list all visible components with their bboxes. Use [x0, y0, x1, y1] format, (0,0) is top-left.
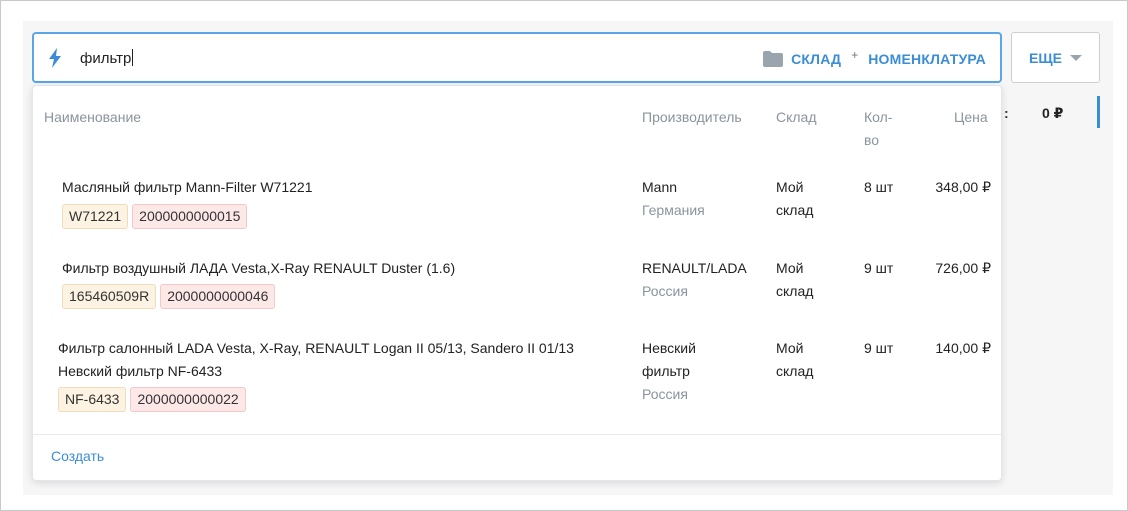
sku-tag: W71221 [62, 204, 129, 229]
price-cell: 140,00 ₽ [935, 340, 991, 356]
price-cell: 348,00 ₽ [935, 179, 991, 195]
total-label-colon: : [1004, 105, 1009, 121]
barcode-tag: 2000000000046 [160, 284, 276, 309]
price-cell: 726,00 ₽ [935, 260, 991, 276]
qty-cell: 9 шт [864, 340, 894, 356]
manufacturer-cell: Mann Германия [642, 179, 705, 218]
warehouse-cell: Мой склад [776, 260, 814, 299]
qty-cell: 9 шт [864, 260, 894, 276]
search-input[interactable]: фильтр [80, 49, 134, 67]
header-name: Наименование [44, 109, 142, 125]
search-scope[interactable]: СКЛАД + НОМЕНКЛАТУРА [763, 48, 986, 69]
more-button[interactable]: ЕЩЕ [1011, 32, 1100, 83]
search-results-dropdown: Наименование Производитель Склад Кол-во … [32, 85, 1002, 481]
folder-icon [763, 51, 784, 67]
header-warehouse: Склад [776, 109, 817, 125]
sku-tag: 165460509R [62, 284, 157, 309]
warehouse-cell: Мой склад [776, 179, 814, 218]
create-link[interactable]: Создать [51, 448, 104, 464]
header-manufacturer: Производитель [642, 109, 742, 125]
warehouse-cell: Мой склад [776, 340, 814, 379]
search-box[interactable]: фильтр СКЛАД + НОМЕНКЛАТУРА [32, 32, 1002, 83]
header-price: Цена [954, 109, 988, 125]
product-name: Фильтр салонный LADA Vesta, X-Ray, RENAU… [58, 340, 574, 379]
scope-plus: + [851, 48, 859, 62]
header-qty: Кол-во [864, 109, 893, 148]
footer-divider [33, 434, 1001, 435]
total-accent-bar [1097, 96, 1100, 128]
lightning-bolt-icon [49, 48, 61, 68]
product-name: Масляный фильтр Mann-Filter W71221 [62, 179, 313, 195]
barcode-tag: 2000000000015 [132, 204, 248, 229]
qty-cell: 8 шт [864, 179, 894, 195]
scope-warehouse[interactable]: СКЛАД [791, 51, 841, 67]
app-frame: фильтр СКЛАД + НОМЕНКЛАТУРА ЕЩЕ : 0 ₽ На… [0, 0, 1128, 511]
manufacturer-cell: Невский фильтр Россия [642, 340, 696, 402]
triangle-down-icon [1069, 54, 1082, 61]
barcode-tag: 2000000000022 [130, 387, 246, 412]
scope-nomenclature[interactable]: НОМЕНКЛАТУРА [868, 51, 986, 67]
manufacturer-cell: RENAULT/LADA Россия [642, 260, 747, 299]
sku-tag: NF-6433 [58, 387, 127, 412]
total-value: 0 ₽ [1042, 105, 1064, 121]
product-name: Фильтр воздушный ЛАДА Vesta,X-Ray RENAUL… [62, 260, 456, 276]
more-button-label: ЕЩЕ [1029, 49, 1062, 66]
